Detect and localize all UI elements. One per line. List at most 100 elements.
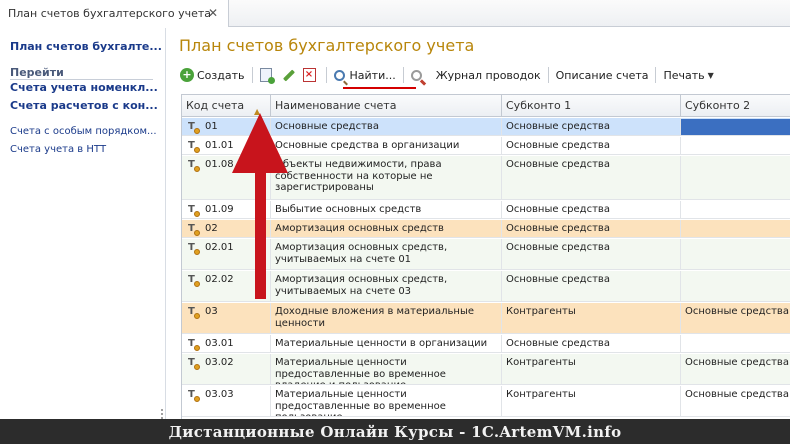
print-menu-button[interactable]: Печать ▼ <box>660 65 716 85</box>
account-icon: T <box>188 358 200 370</box>
cell-subconto-2 <box>681 239 790 269</box>
table-row[interactable]: T 01.09 Выбытие основных средств Основные с… <box>182 201 790 219</box>
cell-subconto-1: Основные средства <box>502 137 681 154</box>
account-icon: T <box>188 339 200 351</box>
table-row[interactable]: T 02 Амортизация основных средств Основные … <box>182 220 790 238</box>
journal-button-label: Журнал проводок <box>435 68 541 82</box>
cell-subconto-2 <box>681 220 790 237</box>
account-code: 01.08 <box>205 159 234 170</box>
copy-button[interactable] <box>257 65 278 85</box>
delete-button[interactable]: × <box>300 65 322 85</box>
cell-subconto-1: Основные средства <box>502 335 681 352</box>
account-code: 01.01 <box>205 140 234 151</box>
tab-strip: План счетов бухгалтерского учета ✕ <box>0 0 790 27</box>
cell-account-name: Амортизация основных средств, учитываемы… <box>271 239 502 269</box>
cell-account-name: Амортизация основных средств <box>271 220 502 237</box>
nav-link-special-accounts[interactable]: Счета с особым порядком... <box>10 126 157 137</box>
account-code: 02.01 <box>205 242 234 253</box>
journal-button[interactable]: Журнал проводок <box>433 65 544 85</box>
account-icon: T <box>188 224 200 236</box>
chevron-down-icon: ▼ <box>707 70 714 80</box>
account-icon: T <box>188 243 200 255</box>
cell-subconto-2 <box>681 156 790 199</box>
cell-account-name: Материальные ценности предоставленные во… <box>271 386 502 416</box>
table-row[interactable]: T 02.02 Амортизация основных средств, учит… <box>182 271 790 302</box>
column-header-subconto-1[interactable]: Субконто 1 <box>502 95 681 117</box>
cell-subconto-2: Основные средства <box>681 303 790 333</box>
create-button[interactable]: + Создать <box>177 65 248 85</box>
account-icon: T <box>188 390 200 402</box>
cell-subconto-1: Контрагенты <box>502 303 681 333</box>
close-icon[interactable]: ✕ <box>208 6 218 20</box>
table-row[interactable]: T 03.02 Материальные ценности предоставлен… <box>182 354 790 385</box>
toolbar-separator <box>325 67 327 83</box>
cell-subconto-2 <box>681 137 790 154</box>
selected-cell[interactable] <box>681 119 790 135</box>
cell-subconto-1: Основные средства <box>502 118 681 135</box>
tab-chart-of-accounts[interactable]: План счетов бухгалтерского учета ✕ <box>0 0 229 27</box>
cell-subconto-1: Основные средства <box>502 239 681 269</box>
account-icon: T <box>188 307 200 319</box>
account-code: 02.02 <box>205 274 234 285</box>
cell-account-code: T 03.01 <box>182 335 271 352</box>
account-icon: T <box>188 160 200 172</box>
account-description-label: Описание счета <box>555 68 649 82</box>
account-code: 03.03 <box>205 389 234 400</box>
table-row[interactable]: T 03.01 Материальные ценности в организаци… <box>182 335 790 353</box>
cell-account-name: Материальные ценности предоставленные во… <box>271 354 502 384</box>
column-header-code-label: Код счета <box>186 99 245 112</box>
banner-text: Дистанционные Онлайн Курсы - 1C.ArtemVM.… <box>168 422 622 441</box>
account-code: 03.02 <box>205 357 234 368</box>
cell-subconto-2 <box>681 201 790 218</box>
account-icon: T <box>188 205 200 217</box>
toolbar: + Создать × Найти... Журнал проводок Опи… <box>177 64 787 89</box>
nav-link-ntt-accounts[interactable]: Счета учета в НТТ <box>10 144 106 155</box>
page-title: План счетов бухгалтерского учета <box>179 36 475 55</box>
account-icon: T <box>188 275 200 287</box>
nav-item-chart-of-accounts[interactable]: План счетов бухгалте... <box>10 40 162 53</box>
nav-link-nomenclature-accounts[interactable]: Счета учета номенкл... <box>10 81 158 94</box>
cell-subconto-1: Основные средства <box>502 271 681 301</box>
cell-account-name: Материальные ценности в организации <box>271 335 502 352</box>
cell-subconto-2 <box>681 335 790 352</box>
cell-subconto-1: Основные средства <box>502 201 681 218</box>
account-icon: T <box>188 141 200 153</box>
column-header-name[interactable]: Наименование счета <box>271 95 502 117</box>
nav-link-counterparty-accounts[interactable]: Счета расчетов с кон... <box>10 99 158 112</box>
toolbar-separator <box>402 67 404 83</box>
edit-button[interactable] <box>278 65 300 85</box>
find-button[interactable]: Найти... <box>331 65 399 85</box>
cell-account-name: Объекты недвижимости, права собственност… <box>271 156 502 199</box>
account-description-button[interactable]: Описание счета <box>553 65 652 85</box>
cell-account-name: Амортизация основных средств, учитываемы… <box>271 271 502 301</box>
cancel-search-button[interactable] <box>408 65 433 85</box>
cell-account-name: Доходные вложения в материальные ценност… <box>271 303 502 333</box>
cell-subconto-1: Контрагенты <box>502 386 681 416</box>
tab-label: План счетов бухгалтерского учета <box>8 7 212 20</box>
column-header-subconto-2[interactable]: Субконто 2 <box>681 95 790 117</box>
cell-subconto-1: Основные средства <box>502 220 681 237</box>
cancel-search-icon <box>410 69 422 81</box>
cell-subconto-2 <box>681 271 790 301</box>
table-row[interactable]: T 02.01 Амортизация основных средств, учит… <box>182 239 790 270</box>
copy-icon <box>259 68 275 84</box>
cell-account-name: Основные средства в организации <box>271 137 502 154</box>
find-button-label: Найти... <box>349 68 396 82</box>
annotation-arrow-shaft <box>255 157 266 299</box>
create-button-label: Создать <box>197 68 245 82</box>
plus-icon: + <box>180 68 194 82</box>
nav-section-divider <box>10 79 153 80</box>
account-code: 03 <box>205 306 218 317</box>
print-button-label: Печать <box>663 68 705 82</box>
cell-subconto-2: Основные средства <box>681 386 790 416</box>
pencil-icon <box>282 68 295 82</box>
cell-account-name: Основные средства <box>271 118 502 135</box>
table-row[interactable]: T 03.03 Материальные ценности предоставлен… <box>182 386 790 417</box>
nav-section-title: Перейти <box>10 66 64 79</box>
table-row[interactable]: T 03 Доходные вложения в материальные ценн… <box>182 303 790 334</box>
cell-subconto-1: Основные средства <box>502 156 681 199</box>
account-code: 01 <box>205 121 218 132</box>
toolbar-separator <box>547 67 549 83</box>
account-icon: T <box>188 122 200 134</box>
account-code: 01.09 <box>205 204 234 215</box>
